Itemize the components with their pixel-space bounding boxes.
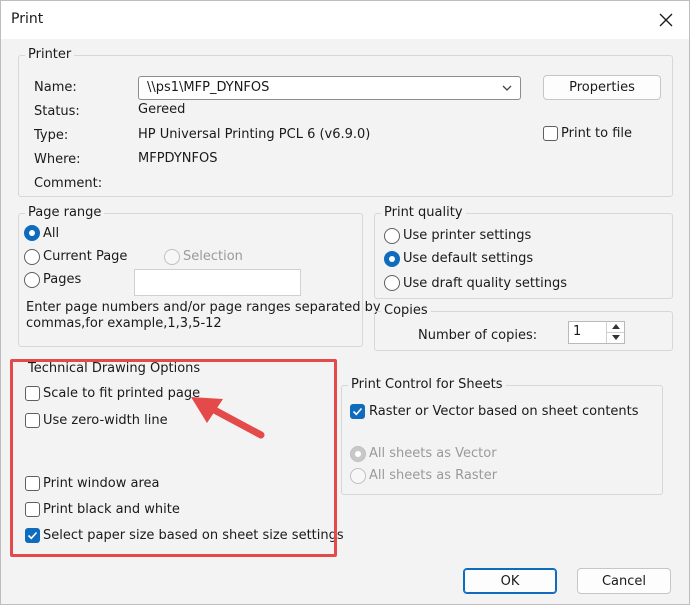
page-range-hint-line1: Enter page numbers and/or page ranges se… [26,300,381,315]
checkmark-icon [352,407,363,416]
title-bar: Print [1,1,689,39]
triangle-down-icon [611,335,620,341]
cancel-button[interactable]: Cancel [577,568,671,594]
page-range-legend: Page range [25,205,105,221]
page-range-pages-label: Pages [43,272,82,287]
close-icon [659,13,673,27]
printer-comment-label: Comment: [34,176,103,191]
copies-stepper[interactable]: 1 [568,321,625,344]
raster-vector-label: Raster or Vector based on sheet contents [369,404,639,419]
annotation-arrow-icon [191,397,265,439]
print-dialog: Print Printer Name: \\ps1\MFP_DYNFOS Pro… [0,0,690,605]
printer-name-value: \\ps1\MFP_DYNFOS [147,80,270,95]
window-title: Print [11,11,44,27]
quality-printer-settings-label: Use printer settings [403,228,532,243]
quality-printer-settings-radio[interactable] [384,228,400,244]
page-range-selection-label: Selection [183,249,243,264]
printer-legend: Printer [25,47,75,63]
raster-vector-checkbox[interactable] [350,404,365,419]
print-control-legend: Print Control for Sheets [348,377,506,393]
page-range-current-label: Current Page [43,249,128,264]
ok-button-label: OK [500,573,520,589]
page-range-all-label: All [43,226,60,241]
quality-draft-settings-radio[interactable] [384,275,400,291]
print-to-file-label: Print to file [561,126,633,141]
printer-where-label: Where: [34,152,81,167]
cancel-button-label: Cancel [601,573,647,589]
copies-number-value: 1 [573,324,582,339]
close-button[interactable] [651,7,681,33]
quality-default-settings-radio[interactable] [384,251,400,267]
page-range-all-radio[interactable] [24,225,40,241]
quality-draft-settings-label: Use draft quality settings [403,276,568,291]
all-sheets-raster-radio[interactable] [350,468,366,484]
copies-increment-button[interactable] [607,322,624,333]
printer-name-label: Name: [34,80,77,95]
copies-number-label: Number of copies: [418,328,538,343]
ok-button[interactable]: OK [463,568,557,594]
quality-default-settings-label: Use default settings [403,251,534,266]
annotation-highlight-box [10,359,337,557]
page-range-pages-radio[interactable] [24,272,40,288]
printer-where-value: MFPDYNFOS [138,151,218,166]
printer-type-label: Type: [34,128,69,143]
page-range-current-radio[interactable] [24,249,40,265]
print-quality-legend: Print quality [381,205,466,221]
pages-input[interactable] [134,269,301,296]
properties-button[interactable]: Properties [543,75,661,100]
printer-name-select[interactable]: \\ps1\MFP_DYNFOS [138,76,521,100]
triangle-up-icon [611,324,620,330]
all-sheets-raster-label: All sheets as Raster [369,468,498,483]
copies-legend: Copies [381,303,431,319]
properties-button-label: Properties [569,80,635,95]
all-sheets-vector-label: All sheets as Vector [369,446,497,461]
chevron-down-icon [502,85,512,91]
page-range-selection-radio[interactable] [164,249,180,265]
all-sheets-vector-radio[interactable] [350,446,366,462]
printer-status-label: Status: [34,104,80,119]
printer-type-value: HP Universal Printing PCL 6 (v6.9.0) [138,127,371,142]
page-range-hint-line2: commas,for example,1,3,5-12 [26,316,222,331]
printer-status-value: Gereed [138,102,186,117]
print-to-file-checkbox[interactable] [543,126,558,141]
copies-decrement-button[interactable] [607,333,624,344]
